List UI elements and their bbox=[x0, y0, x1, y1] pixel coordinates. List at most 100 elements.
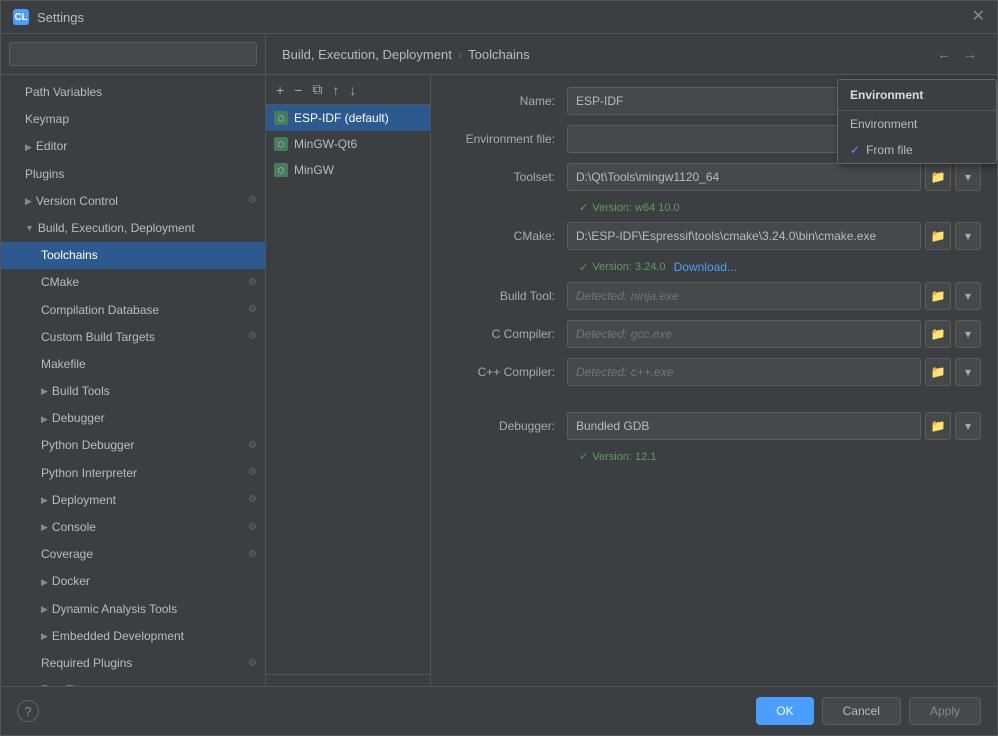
check-icon: ✓ bbox=[579, 450, 588, 463]
debugger-browse-button[interactable]: 📁 bbox=[925, 412, 951, 440]
move-down-button[interactable]: ↓ bbox=[345, 79, 360, 100]
sidebar-item-path-variables[interactable]: Path Variables bbox=[1, 79, 265, 106]
remove-toolchain-button[interactable]: − bbox=[290, 79, 306, 100]
sidebar-item-deployment[interactable]: ▶ Deployment ⚙ bbox=[1, 487, 265, 514]
toolchains-panel: + − ⧉ ↑ ↓ ⬡ ESP-IDF (default) ⬡ Min bbox=[266, 75, 997, 686]
sidebar-item-debugger[interactable]: ▶ Debugger bbox=[1, 405, 265, 432]
debugger-dropdown-button[interactable]: ▾ bbox=[955, 412, 981, 440]
name-label: Name: bbox=[447, 94, 567, 108]
cpp-compiler-dropdown-button[interactable]: ▾ bbox=[955, 358, 981, 386]
sidebar-item-embedded-dev[interactable]: ▶ Embedded Development bbox=[1, 623, 265, 650]
expand-icon: ▶ bbox=[41, 520, 48, 534]
check-icon: ✓ bbox=[850, 143, 860, 157]
c-compiler-label: C Compiler: bbox=[447, 327, 567, 341]
bottom-bar: ? OK Cancel Apply bbox=[1, 686, 997, 735]
sidebar-label: Deployment bbox=[52, 491, 116, 510]
sidebar-item-run-targets[interactable]: Run Targets ⚙ bbox=[1, 677, 265, 686]
title-bar: CL Settings ✕ bbox=[1, 1, 997, 34]
dropdown-item-label: Environment bbox=[850, 117, 917, 131]
nav-forward-button[interactable]: → bbox=[959, 44, 981, 64]
toolset-row: Toolset: 📁 ▾ bbox=[447, 163, 981, 191]
sidebar-item-cmake[interactable]: CMake ⚙ bbox=[1, 269, 265, 296]
build-tool-row: Build Tool: 📁 ▾ bbox=[447, 282, 981, 310]
toolchain-item[interactable]: ⬡ ESP-IDF (default) bbox=[266, 105, 430, 131]
panel-header: Build, Execution, Deployment › Toolchain… bbox=[266, 34, 997, 75]
sidebar-item-coverage[interactable]: Coverage ⚙ bbox=[1, 541, 265, 568]
add-toolchain-button[interactable]: + bbox=[272, 79, 288, 100]
dropdown-item-environment[interactable]: Environment bbox=[838, 111, 996, 137]
search-bar bbox=[1, 34, 265, 75]
config-icon: ⚙ bbox=[248, 193, 257, 209]
toolchain-item[interactable]: ⬡ MinGW bbox=[266, 157, 430, 183]
toolchain-label: ESP-IDF (default) bbox=[294, 111, 389, 125]
sidebar-label: Makefile bbox=[41, 355, 86, 374]
sidebar-label: Editor bbox=[36, 137, 67, 156]
toolchain-label: MinGW bbox=[294, 163, 334, 177]
cpp-compiler-input[interactable] bbox=[567, 358, 921, 386]
sidebar-item-build-execution[interactable]: ▼ Build, Execution, Deployment bbox=[1, 215, 265, 242]
sidebar-item-dynamic-analysis[interactable]: ▶ Dynamic Analysis Tools bbox=[1, 596, 265, 623]
cmake-label: CMake: bbox=[447, 229, 567, 243]
help-button[interactable]: ? bbox=[17, 700, 39, 722]
expand-icon: ▶ bbox=[41, 629, 48, 643]
expand-icon: ▶ bbox=[25, 194, 32, 208]
sidebar-item-console[interactable]: ▶ Console ⚙ bbox=[1, 514, 265, 541]
search-input[interactable] bbox=[9, 42, 257, 66]
toolchain-item[interactable]: ⬡ MinGW-Qt6 bbox=[266, 131, 430, 157]
sidebar-label: Build Tools bbox=[52, 382, 110, 401]
apply-button[interactable]: Apply bbox=[909, 697, 981, 725]
breadcrumb-current: Toolchains bbox=[468, 47, 529, 62]
build-tool-browse-button[interactable]: 📁 bbox=[925, 282, 951, 310]
sidebar-nav: Path Variables Keymap ▶ Editor Plugins ▶… bbox=[1, 75, 265, 686]
dropdown-item-from-file[interactable]: ✓ From file bbox=[838, 137, 996, 163]
cmake-dropdown-button[interactable]: ▾ bbox=[955, 222, 981, 250]
sidebar-item-editor[interactable]: ▶ Editor bbox=[1, 133, 265, 160]
config-icon: ⚙ bbox=[248, 656, 257, 672]
expand-icon: ▶ bbox=[25, 140, 32, 154]
cmake-input[interactable] bbox=[567, 222, 921, 250]
build-tool-input[interactable] bbox=[567, 282, 921, 310]
sidebar-item-makefile[interactable]: Makefile bbox=[1, 351, 265, 378]
sidebar-item-toolchains[interactable]: Toolchains bbox=[1, 242, 265, 269]
cancel-button[interactable]: Cancel bbox=[822, 697, 901, 725]
build-tool-dropdown-button[interactable]: ▾ bbox=[955, 282, 981, 310]
cmake-row: CMake: 📁 ▾ bbox=[447, 222, 981, 250]
c-compiler-browse-button[interactable]: 📁 bbox=[925, 320, 951, 348]
nav-back-button[interactable]: ← bbox=[933, 44, 955, 64]
sidebar-item-python-debugger[interactable]: Python Debugger ⚙ bbox=[1, 432, 265, 459]
toolset-input[interactable] bbox=[567, 163, 921, 191]
close-button[interactable]: ✕ bbox=[972, 9, 985, 25]
sidebar-item-required-plugins[interactable]: Required Plugins ⚙ bbox=[1, 650, 265, 677]
app-icon: CL bbox=[13, 9, 29, 25]
name-input[interactable] bbox=[567, 87, 854, 115]
move-up-button[interactable]: ↑ bbox=[328, 79, 343, 100]
sidebar-item-docker[interactable]: ▶ Docker bbox=[1, 568, 265, 595]
sidebar-label: Embedded Development bbox=[52, 627, 184, 646]
sidebar-item-python-interpreter[interactable]: Python Interpreter ⚙ bbox=[1, 460, 265, 487]
cpp-compiler-browse-button[interactable]: 📁 bbox=[925, 358, 951, 386]
config-icon: ⚙ bbox=[248, 329, 257, 345]
cmake-version-info: ✓ Version: 3.24.0 Download... bbox=[447, 260, 981, 274]
sidebar-item-compilation-db[interactable]: Compilation Database ⚙ bbox=[1, 297, 265, 324]
sidebar-label: Toolchains bbox=[41, 246, 98, 265]
sidebar-item-keymap[interactable]: Keymap bbox=[1, 106, 265, 133]
environment-dropdown: Environment Environment ✓ From file bbox=[837, 79, 997, 164]
toolset-dropdown-button[interactable]: ▾ bbox=[955, 163, 981, 191]
cmake-browse-button[interactable]: 📁 bbox=[925, 222, 951, 250]
check-icon: ✓ bbox=[579, 261, 588, 274]
ok-button[interactable]: OK bbox=[756, 697, 813, 725]
sidebar: Path Variables Keymap ▶ Editor Plugins ▶… bbox=[1, 34, 266, 686]
sidebar-item-custom-build[interactable]: Custom Build Targets ⚙ bbox=[1, 324, 265, 351]
c-compiler-input[interactable] bbox=[567, 320, 921, 348]
sidebar-item-plugins[interactable]: Plugins bbox=[1, 161, 265, 188]
cmake-version: Version: 3.24.0 bbox=[592, 261, 665, 273]
sidebar-item-build-tools[interactable]: ▶ Build Tools bbox=[1, 378, 265, 405]
debugger-row: Debugger: 📁 ▾ bbox=[447, 412, 981, 440]
toolchains-list: + − ⧉ ↑ ↓ ⬡ ESP-IDF (default) ⬡ Min bbox=[266, 75, 431, 686]
copy-toolchain-button[interactable]: ⧉ bbox=[308, 79, 326, 100]
toolset-browse-button[interactable]: 📁 bbox=[925, 163, 951, 191]
c-compiler-dropdown-button[interactable]: ▾ bbox=[955, 320, 981, 348]
debugger-input[interactable] bbox=[567, 412, 921, 440]
sidebar-item-version-control[interactable]: ▶ Version Control ⚙ bbox=[1, 188, 265, 215]
download-link[interactable]: Download... bbox=[674, 260, 737, 274]
